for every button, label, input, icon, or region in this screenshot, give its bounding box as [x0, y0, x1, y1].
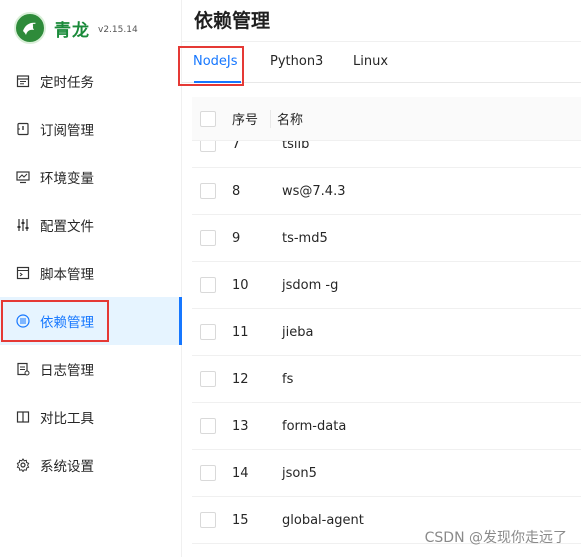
- sidebar-item-logs[interactable]: 日志管理: [0, 345, 181, 393]
- sliders-icon: [16, 218, 30, 232]
- monitor-icon: [16, 170, 30, 184]
- row-index: 13: [232, 418, 249, 434]
- sidebar-item-label: 日志管理: [40, 363, 94, 379]
- sidebar-nav: 定时任务 订阅管理 环境变量 配置文件 脚本管理 依赖管理 日志管理 对比工具: [0, 57, 182, 489]
- select-all-checkbox[interactable]: [200, 110, 216, 127]
- sidebar-item-label: 定时任务: [40, 75, 94, 91]
- sidebar-item-label: 配置文件: [40, 219, 94, 235]
- sidebar-item-settings[interactable]: 系统设置: [0, 441, 181, 489]
- row-name: global-agent: [282, 512, 364, 528]
- sidebar-item-subscription[interactable]: 订阅管理: [0, 105, 181, 153]
- sidebar-item-cron[interactable]: 定时任务: [0, 57, 181, 105]
- brand-version: v2.15.14: [98, 24, 138, 35]
- sidebar-item-label: 订阅管理: [40, 123, 94, 139]
- row-checkbox[interactable]: [200, 183, 216, 199]
- sidebar-item-config[interactable]: 配置文件: [0, 201, 181, 249]
- qinglong-logo-icon: [14, 12, 46, 44]
- row-index: 15: [232, 512, 249, 528]
- row-name: ts-md5: [282, 230, 328, 246]
- row-checkbox[interactable]: [200, 141, 216, 152]
- row-name: jieba: [282, 324, 314, 340]
- diff-icon: [16, 410, 30, 424]
- row-index: 9: [232, 230, 241, 246]
- tab-linux[interactable]: Linux: [353, 54, 388, 69]
- column-separator: [270, 109, 271, 128]
- sidebar-item-label: 对比工具: [40, 411, 94, 427]
- sidebar: 青龙 v2.15.14 定时任务 订阅管理 环境变量 配置文件 脚本管理 依赖管…: [0, 0, 182, 557]
- sidebar-item-env[interactable]: 环境变量: [0, 153, 181, 201]
- watermark: CSDN @发现你走远了: [424, 530, 567, 546]
- row-checkbox[interactable]: [200, 512, 216, 528]
- row-index: 14: [232, 465, 249, 481]
- table-row[interactable]: 11 jieba: [192, 309, 581, 356]
- table-row[interactable]: 9 ts-md5: [192, 215, 581, 262]
- row-name: jsdom -g: [282, 277, 339, 293]
- tab-highlight-box: [178, 46, 244, 86]
- table-header: 序号 名称: [192, 97, 581, 141]
- table-row[interactable]: 8 ws@7.4.3: [192, 168, 581, 215]
- row-index: 12: [232, 371, 249, 387]
- row-checkbox[interactable]: [200, 418, 216, 434]
- sidebar-highlight-box: [1, 300, 109, 342]
- sidebar-item-label: 脚本管理: [40, 267, 94, 283]
- table-row[interactable]: 14 json5: [192, 450, 581, 497]
- row-checkbox[interactable]: [200, 324, 216, 340]
- subscription-icon: [16, 122, 30, 136]
- log-icon: [16, 362, 30, 376]
- calendar-icon: [16, 74, 30, 88]
- sidebar-item-label: 系统设置: [40, 459, 94, 475]
- row-checkbox[interactable]: [200, 277, 216, 293]
- row-index: 8: [232, 183, 241, 199]
- row-name: json5: [282, 465, 317, 481]
- row-name: ws@7.4.3: [282, 183, 346, 199]
- brand-name: 青龙: [54, 20, 90, 41]
- sidebar-item-label: 环境变量: [40, 171, 94, 187]
- row-checkbox[interactable]: [200, 230, 216, 246]
- row-index: 11: [232, 324, 249, 340]
- row-index: 10: [232, 277, 249, 293]
- table-row[interactable]: 12 fs: [192, 356, 581, 403]
- column-header-name: 名称: [277, 113, 304, 128]
- dependency-table: 序号 名称 7 tslib 8 ws@7.4.3 9 ts-md5 10 jsd…: [192, 97, 581, 544]
- row-name: form-data: [282, 418, 347, 434]
- table-body: 7 tslib 8 ws@7.4.3 9 ts-md5 10 jsdom -g …: [192, 141, 581, 557]
- table-row[interactable]: 7 tslib: [192, 141, 581, 168]
- brand[interactable]: 青龙 v2.15.14: [14, 11, 138, 45]
- tab-python3[interactable]: Python3: [270, 54, 323, 69]
- column-header-index: 序号: [232, 113, 259, 128]
- sidebar-item-scripts[interactable]: 脚本管理: [0, 249, 181, 297]
- sidebar-item-diff[interactable]: 对比工具: [0, 393, 181, 441]
- table-row[interactable]: 10 jsdom -g: [192, 262, 581, 309]
- row-checkbox[interactable]: [200, 371, 216, 387]
- script-icon: [16, 266, 30, 280]
- row-name: fs: [282, 371, 294, 387]
- row-index: 7: [232, 141, 241, 152]
- page-title: 依赖管理: [194, 10, 271, 32]
- row-checkbox[interactable]: [200, 465, 216, 481]
- row-name: tslib: [282, 141, 310, 152]
- table-row[interactable]: 13 form-data: [192, 403, 581, 450]
- gear-icon: [16, 458, 30, 472]
